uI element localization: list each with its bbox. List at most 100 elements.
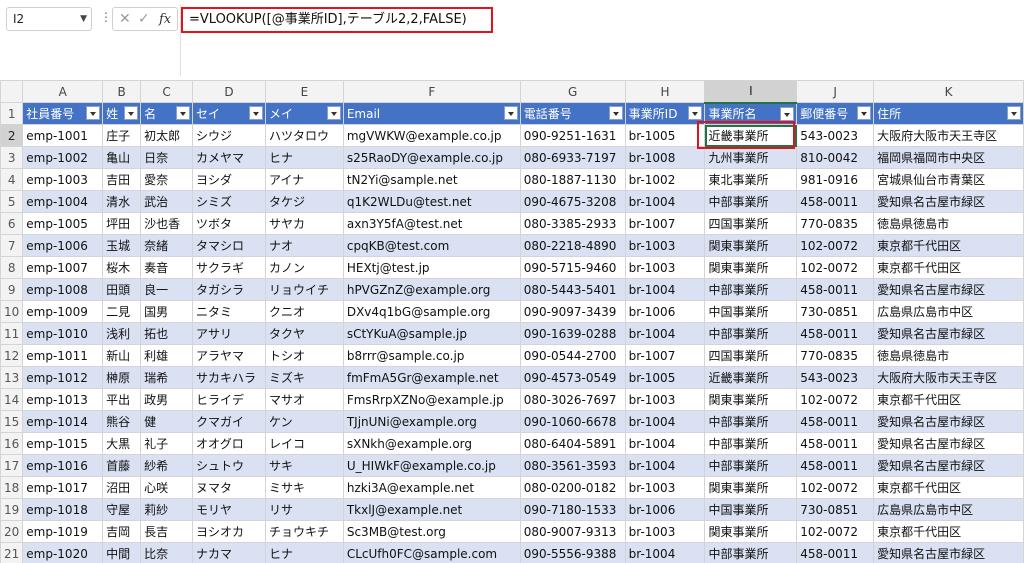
cell-f6[interactable]: axn3Y5fA@test.net <box>342 212 521 235</box>
cell-e6[interactable]: サヤカ <box>264 212 344 235</box>
cell-d9[interactable]: タガシラ <box>192 278 266 301</box>
column-header-e[interactable]: E <box>264 80 344 103</box>
cell-a4[interactable]: emp-1003 <box>22 168 104 191</box>
select-all-corner[interactable] <box>0 80 24 103</box>
row-header-17[interactable]: 17 <box>0 454 24 477</box>
cell-i15[interactable]: 中部事業所 <box>704 410 798 433</box>
column-header-h[interactable]: H <box>624 80 706 103</box>
cell-k7[interactable]: 東京都千代田区 <box>873 234 1024 257</box>
cell-h6[interactable]: br-1007 <box>624 212 706 235</box>
row-header-13[interactable]: 13 <box>0 366 24 389</box>
cell-f19[interactable]: TkxlJ@example.net <box>342 498 521 521</box>
cell-e8[interactable]: カノン <box>264 256 344 279</box>
cell-e11[interactable]: タクヤ <box>264 322 344 345</box>
cell-i10[interactable]: 中国事業所 <box>704 300 798 323</box>
cell-k6[interactable]: 徳島県徳島市 <box>873 212 1024 235</box>
cell-k5[interactable]: 愛知県名古屋市緑区 <box>873 190 1024 213</box>
cell-b20[interactable]: 吉岡 <box>102 520 142 543</box>
table-header-cell[interactable]: 姓 <box>102 102 142 125</box>
column-header-k[interactable]: K <box>873 80 1024 103</box>
cell-a5[interactable]: emp-1004 <box>22 190 104 213</box>
cell-k19[interactable]: 広島県広島市中区 <box>873 498 1024 521</box>
cell-i14[interactable]: 関東事業所 <box>704 388 798 411</box>
cell-b13[interactable]: 榊原 <box>102 366 142 389</box>
cell-g16[interactable]: 080-6404-5891 <box>519 432 626 455</box>
cell-e3[interactable]: ヒナ <box>264 146 344 169</box>
cell-b18[interactable]: 沼田 <box>102 476 142 499</box>
cell-j20[interactable]: 102-0072 <box>796 520 875 543</box>
cell-c2[interactable]: 初太郎 <box>140 124 194 147</box>
cell-j16[interactable]: 458-0011 <box>796 432 875 455</box>
column-header-a[interactable]: A <box>22 80 104 103</box>
cell-k11[interactable]: 愛知県名古屋市緑区 <box>873 322 1024 345</box>
cell-k20[interactable]: 東京都千代田区 <box>873 520 1024 543</box>
cell-b17[interactable]: 首藤 <box>102 454 142 477</box>
cell-g13[interactable]: 090-4573-0549 <box>519 366 626 389</box>
cell-j10[interactable]: 730-0851 <box>796 300 875 323</box>
cell-b5[interactable]: 清水 <box>102 190 142 213</box>
cell-i18[interactable]: 関東事業所 <box>704 476 798 499</box>
cell-k10[interactable]: 広島県広島市中区 <box>873 300 1024 323</box>
more-options-icon[interactable]: ⋮ <box>100 10 112 24</box>
cell-f9[interactable]: hPVGZnZ@example.org <box>342 278 521 301</box>
cell-c7[interactable]: 奈緒 <box>140 234 194 257</box>
cell-d4[interactable]: ヨシダ <box>192 168 266 191</box>
filter-dropdown-icon[interactable] <box>176 106 191 120</box>
cell-j14[interactable]: 102-0072 <box>796 388 875 411</box>
cell-c21[interactable]: 比奈 <box>140 542 194 563</box>
cell-e19[interactable]: リサ <box>264 498 344 521</box>
cell-h19[interactable]: br-1006 <box>624 498 706 521</box>
cell-h16[interactable]: br-1004 <box>624 432 706 455</box>
cell-j18[interactable]: 102-0072 <box>796 476 875 499</box>
cell-e2[interactable]: ハツタロウ <box>264 124 344 147</box>
cell-h21[interactable]: br-1004 <box>624 542 706 563</box>
cell-b3[interactable]: 亀山 <box>102 146 142 169</box>
row-header-3[interactable]: 3 <box>0 146 24 169</box>
cell-e16[interactable]: レイコ <box>264 432 344 455</box>
cell-e9[interactable]: リョウイチ <box>264 278 344 301</box>
cell-g20[interactable]: 080-9007-9313 <box>519 520 626 543</box>
cell-c4[interactable]: 愛奈 <box>140 168 194 191</box>
cell-j11[interactable]: 458-0011 <box>796 322 875 345</box>
cell-e10[interactable]: クニオ <box>264 300 344 323</box>
cell-e14[interactable]: マサオ <box>264 388 344 411</box>
cell-i4[interactable]: 東北事業所 <box>704 168 798 191</box>
cell-i5[interactable]: 中部事業所 <box>704 190 798 213</box>
cell-g9[interactable]: 080-5443-5401 <box>519 278 626 301</box>
row-header-19[interactable]: 19 <box>0 498 24 521</box>
cell-g21[interactable]: 090-5556-9388 <box>519 542 626 563</box>
cell-j8[interactable]: 102-0072 <box>796 256 875 279</box>
cell-e5[interactable]: タケジ <box>264 190 344 213</box>
cell-f21[interactable]: CLcUfh0FC@sample.com <box>342 542 521 563</box>
row-header-16[interactable]: 16 <box>0 432 24 455</box>
cell-g19[interactable]: 090-7180-1533 <box>519 498 626 521</box>
cell-j3[interactable]: 810-0042 <box>796 146 875 169</box>
cell-j4[interactable]: 981-0916 <box>796 168 875 191</box>
table-header-cell[interactable]: メイ <box>264 102 344 125</box>
cell-f5[interactable]: q1K2WLDu@test.net <box>342 190 521 213</box>
cell-h8[interactable]: br-1003 <box>624 256 706 279</box>
cell-h13[interactable]: br-1005 <box>624 366 706 389</box>
cell-g12[interactable]: 090-0544-2700 <box>519 344 626 367</box>
cell-c9[interactable]: 良一 <box>140 278 194 301</box>
cell-i12[interactable]: 四国事業所 <box>704 344 798 367</box>
cell-g11[interactable]: 090-1639-0288 <box>519 322 626 345</box>
cell-b7[interactable]: 玉城 <box>102 234 142 257</box>
cell-g17[interactable]: 080-3561-3593 <box>519 454 626 477</box>
cell-j12[interactable]: 770-0835 <box>796 344 875 367</box>
cell-b10[interactable]: 二見 <box>102 300 142 323</box>
filter-dropdown-icon[interactable] <box>124 106 139 120</box>
cell-h15[interactable]: br-1004 <box>624 410 706 433</box>
cell-a21[interactable]: emp-1020 <box>22 542 104 563</box>
filter-dropdown-icon[interactable] <box>248 106 263 120</box>
filter-dropdown-icon[interactable] <box>503 106 518 120</box>
column-header-g[interactable]: G <box>519 80 626 103</box>
cancel-icon[interactable]: ✕ <box>119 11 131 27</box>
cell-a18[interactable]: emp-1017 <box>22 476 104 499</box>
row-header-18[interactable]: 18 <box>0 476 24 499</box>
cell-g2[interactable]: 090-9251-1631 <box>519 124 626 147</box>
cell-g5[interactable]: 090-4675-3208 <box>519 190 626 213</box>
cell-c18[interactable]: 心咲 <box>140 476 194 499</box>
cell-h3[interactable]: br-1008 <box>624 146 706 169</box>
cell-b14[interactable]: 平出 <box>102 388 142 411</box>
